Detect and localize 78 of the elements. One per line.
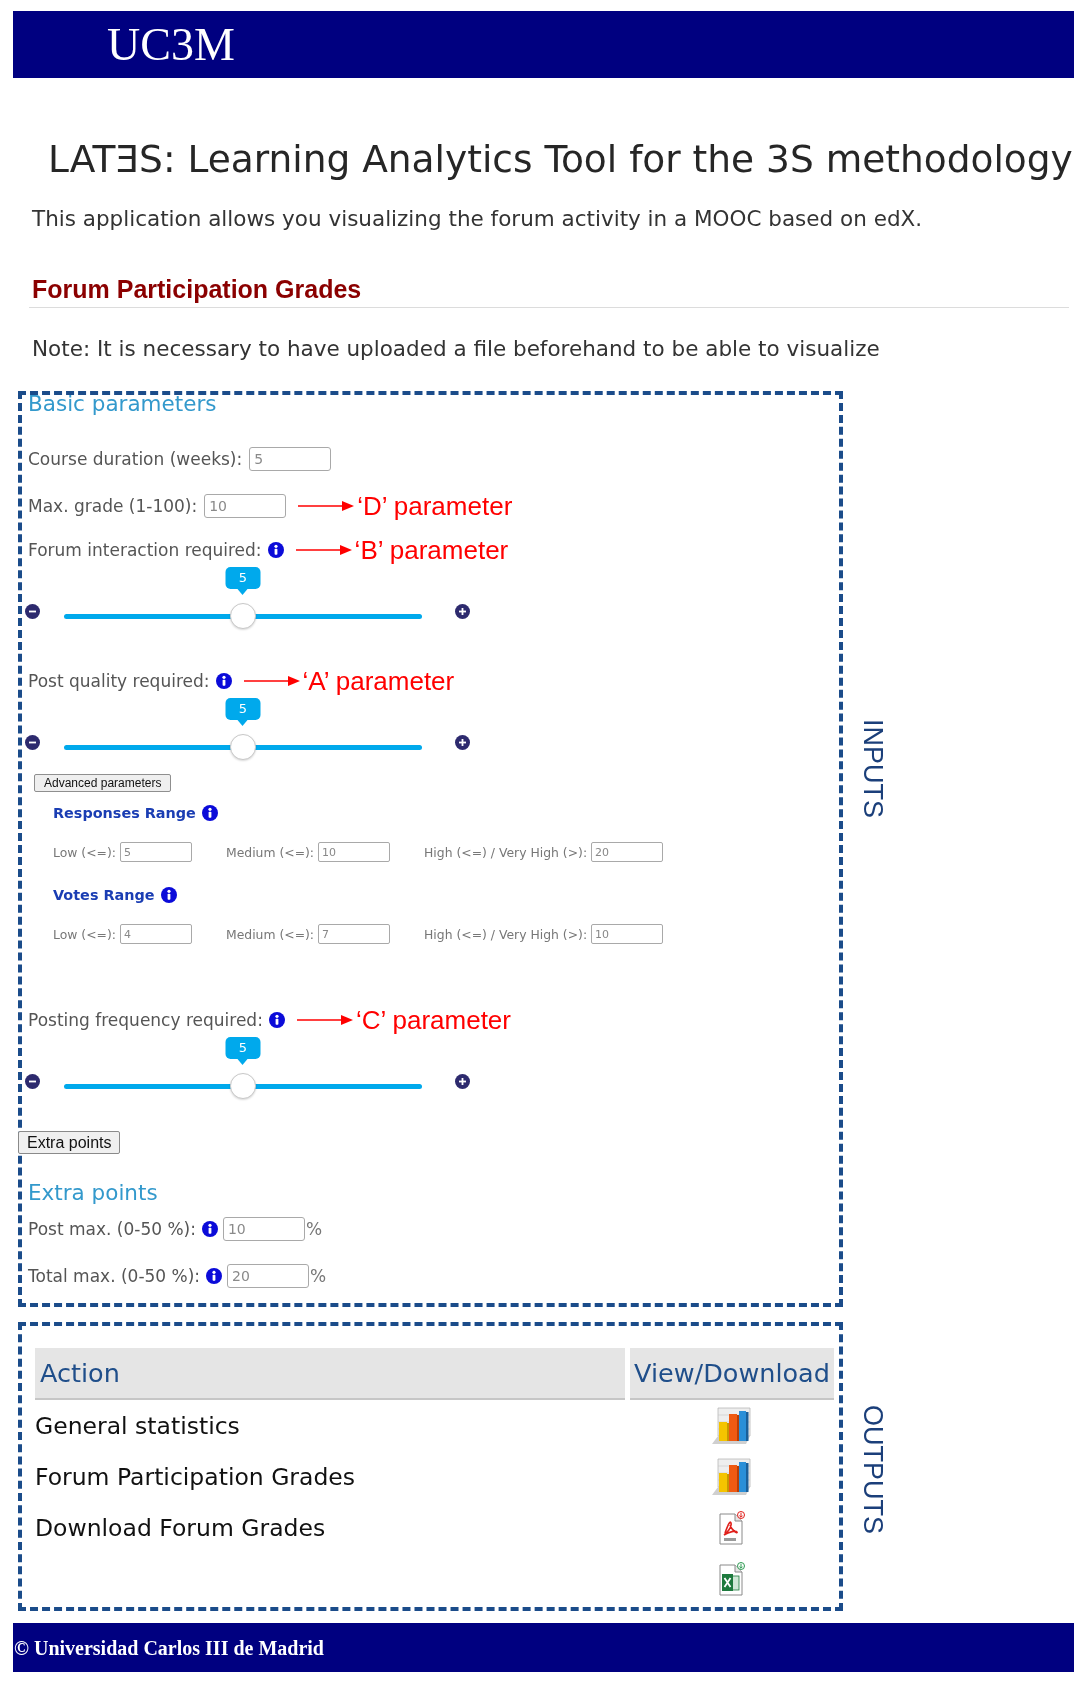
input-field[interactable]: 20 — [591, 842, 664, 862]
description-text: This application allows you visualizing the forum activity in a MOOC based on edX. — [32, 206, 923, 232]
input-field[interactable]: 10 — [222, 1217, 305, 1241]
toggle-button[interactable]: Advanced parameters — [34, 774, 172, 792]
field-label: High (<=) / Very High (>): — [424, 844, 588, 860]
spreadsheet-file-icon[interactable] — [719, 1561, 745, 1596]
annotation-label: ‘D’ parameter — [357, 491, 513, 521]
minus-icon[interactable] — [25, 1074, 40, 1089]
value-bubble: 5 — [225, 1037, 261, 1065]
annotation-label: ‘A’ parameter — [302, 666, 455, 696]
field-label: Post quality required: — [28, 671, 210, 691]
input-field[interactable]: 5 — [119, 842, 192, 862]
field-label: Forum interaction required: — [28, 540, 262, 560]
panel-label: INPUTS — [858, 719, 888, 818]
info-icon[interactable] — [267, 542, 284, 558]
field-label: Medium (<=): — [225, 844, 315, 860]
info-icon[interactable] — [201, 1221, 218, 1237]
annotation-label: ‘C’ parameter — [355, 1005, 511, 1035]
field-label: Medium (<=): — [225, 926, 315, 942]
slider-thumb[interactable] — [230, 1073, 256, 1099]
range-heading: Responses Range — [53, 804, 196, 822]
info-icon[interactable] — [268, 1012, 285, 1028]
input-field[interactable]: 10 — [318, 842, 391, 862]
slider-thumb[interactable] — [230, 734, 256, 760]
slider-track[interactable] — [64, 603, 422, 629]
slider-track[interactable] — [64, 1073, 422, 1099]
info-icon[interactable] — [215, 673, 232, 689]
slider-track[interactable] — [64, 734, 422, 760]
field-label: Low (<=): — [53, 844, 116, 860]
plus-icon[interactable] — [455, 735, 470, 750]
bar-chart-icon[interactable] — [712, 1456, 752, 1497]
page-title: LATƎS: Learning Analytics Tool for the 3S methodology — [48, 137, 1073, 181]
logo-text: UC3M — [107, 19, 235, 70]
panel-label: OUTPUTS — [858, 1405, 888, 1534]
table-cell-text: Download Forum Grades — [35, 1512, 327, 1544]
input-field[interactable]: 20 — [227, 1264, 310, 1288]
field-label: Max. grade (1-100): — [28, 496, 198, 516]
plus-icon[interactable] — [455, 1074, 470, 1089]
group-heading: Basic parameters — [28, 393, 217, 415]
unit-label: % — [305, 1219, 323, 1239]
note-text: Note: It is necessary to have uploaded a file beforehand to be able to visualize — [32, 336, 880, 362]
annotation-label: ‘B’ parameter — [354, 535, 509, 565]
field-label: High (<=) / Very High (>): — [424, 926, 588, 942]
copyright-text: © Universidad Carlos III de Madrid — [14, 1635, 324, 1660]
range-heading: Votes Range — [53, 886, 155, 904]
value-bubble: 5 — [225, 567, 261, 595]
bar-chart-icon[interactable] — [712, 1405, 752, 1446]
info-icon[interactable] — [206, 1268, 223, 1284]
field-label: Post max. (0-50 %): — [28, 1219, 196, 1239]
annotation-arrow — [243, 676, 300, 686]
field-label: Low (<=): — [53, 926, 116, 942]
info-icon[interactable] — [160, 887, 177, 903]
column-header: View/Download — [630, 1348, 834, 1400]
annotation-arrow — [296, 1015, 353, 1025]
input-field[interactable]: 5 — [249, 447, 332, 471]
input-field[interactable]: 10 — [204, 494, 287, 518]
field-label: Posting frequency required: — [28, 1010, 263, 1030]
plus-icon[interactable] — [455, 604, 470, 619]
section-heading: Forum Participation Grades — [32, 275, 362, 303]
annotation-arrow — [295, 545, 352, 555]
info-icon[interactable] — [201, 805, 218, 821]
table-cell-text: Forum Participation Grades — [35, 1461, 357, 1493]
value-bubble: 5 — [225, 698, 261, 726]
minus-icon[interactable] — [25, 604, 40, 619]
field-label: Total max. (0-50 %): — [28, 1266, 201, 1286]
pdf-file-icon[interactable] — [719, 1510, 745, 1545]
input-field[interactable]: 4 — [119, 924, 192, 944]
group-heading: Extra points — [28, 1182, 158, 1204]
annotation-arrow — [298, 501, 355, 511]
field-label: Course duration (weeks): — [28, 449, 243, 469]
column-header: Action — [35, 1348, 625, 1400]
minus-icon[interactable] — [25, 735, 40, 750]
input-field[interactable]: 10 — [591, 924, 664, 944]
unit-label: % — [310, 1266, 327, 1286]
input-field[interactable]: 7 — [318, 924, 391, 944]
table-cell-text: General statistics — [35, 1410, 241, 1442]
slider-thumb[interactable] — [230, 603, 256, 629]
toggle-button[interactable]: Extra points — [18, 1131, 121, 1154]
